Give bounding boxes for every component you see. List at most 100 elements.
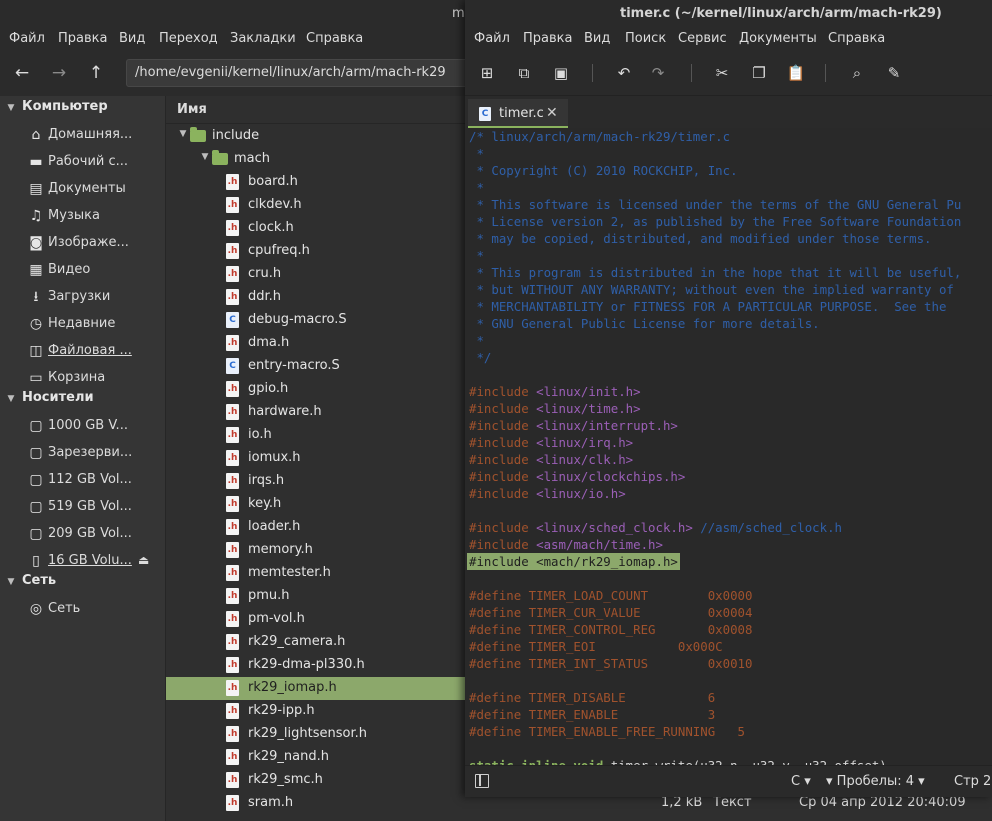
- cut-icon[interactable]: ✂: [711, 62, 733, 84]
- fm-menu-file[interactable]: Файл: [9, 31, 45, 46]
- sidebar-item-device-3[interactable]: ▢ 519 GB Vol...: [0, 495, 166, 520]
- file-name: rk29-dma-pl330.h: [248, 657, 365, 672]
- fm-menu-view[interactable]: Вид: [119, 31, 145, 46]
- toolbar-separator: [691, 64, 692, 82]
- header-file-icon: .h: [226, 404, 239, 420]
- expander-triangle-icon[interactable]: ▼: [198, 152, 212, 162]
- code-line: * GNU General Public License for more de…: [469, 315, 819, 332]
- code-token: <linux/init.h>: [536, 384, 641, 399]
- close-icon[interactable]: ✕: [546, 105, 558, 121]
- file-size: 1,2 kB: [661, 795, 703, 810]
- header-file-icon: .h: [226, 726, 239, 742]
- undo-icon[interactable]: ↶: [613, 62, 635, 84]
- file-name: include: [212, 128, 260, 143]
- sidebar-item-label: Рабочий с...: [48, 154, 129, 169]
- code-line: * License version 2, as published by the…: [469, 213, 961, 230]
- search-icon[interactable]: ⌕: [846, 62, 868, 84]
- video-icon: ▦: [29, 262, 43, 278]
- code-token: * may be copied, distributed, and modifi…: [469, 231, 932, 246]
- ed-menu-tools[interactable]: Сервис: [678, 31, 727, 46]
- sidebar-item-device-1[interactable]: ▢ Зарезерви...: [0, 441, 166, 466]
- sidebar-item-device-4[interactable]: ▢ 209 GB Vol...: [0, 522, 166, 547]
- code-line: #define TIMER_LOAD_COUNT 0x0000: [469, 587, 752, 604]
- sidebar-item-computer-5[interactable]: ▦ Видео: [0, 258, 166, 283]
- save-icon[interactable]: ▣: [550, 62, 572, 84]
- header-file-icon: .h: [226, 289, 239, 305]
- paste-icon[interactable]: 📋: [785, 62, 807, 84]
- tab-width-selector[interactable]: ▾ Пробелы: 4 ▾: [826, 774, 925, 789]
- back-arrow-icon[interactable]: ←: [9, 60, 35, 86]
- code-token: #define TIMER_DISABLE 6: [469, 690, 716, 705]
- language-selector[interactable]: C ▾: [791, 774, 811, 789]
- file-name: cpufreq.h: [248, 243, 310, 258]
- sidebar-item-computer-1[interactable]: ▬ Рабочий с...: [0, 150, 166, 175]
- sidebar-item-label: 1000 GB V...: [48, 418, 128, 433]
- sidebar-item-computer-9[interactable]: ▭ Корзина: [0, 366, 166, 391]
- code-line: * may be copied, distributed, and modifi…: [469, 230, 932, 247]
- downloads-icon: ⭳: [33, 289, 39, 305]
- fm-menu-bookmarks[interactable]: Закладки: [230, 31, 296, 46]
- sidebar-item-computer-0[interactable]: ⌂ Домашняя...: [0, 123, 166, 148]
- file-name: ddr.h: [248, 289, 282, 304]
- ed-menu-search[interactable]: Поиск: [625, 31, 666, 46]
- expander-triangle-icon: ▼: [7, 577, 15, 587]
- editor-titlebar[interactable]: timer.c (~/kernel/linux/arch/arm/mach-rk…: [465, 0, 992, 28]
- file-name: rk29_lightsensor.h: [248, 726, 367, 741]
- forward-arrow-icon[interactable]: →: [46, 60, 72, 86]
- copy-icon[interactable]: ❐: [748, 62, 770, 84]
- code-token: *: [469, 248, 484, 263]
- sidebar-section-computer[interactable]: ▼ Компьютер: [0, 99, 108, 121]
- ed-menu-help[interactable]: Справка: [828, 31, 885, 46]
- sidebar-item-computer-6[interactable]: ⭳ Загрузки: [0, 285, 166, 310]
- sidebar-item-computer-4[interactable]: ◙ Изображе...: [0, 231, 166, 256]
- ed-menu-view[interactable]: Вид: [584, 31, 610, 46]
- copy-document-icon[interactable]: ⧉: [513, 62, 535, 84]
- code-view[interactable]: /* linux/arch/arm/mach-rk29/timer.c * * …: [465, 128, 992, 765]
- sidebar-item-device-5[interactable]: ▯ 16 GB Volu... ⏏: [0, 549, 166, 574]
- location-path-field[interactable]: /home/evgenii/kernel/linux/arch/arm/mach…: [126, 59, 471, 87]
- fm-menu-edit[interactable]: Правка: [58, 31, 107, 46]
- side-panel-toggle-icon[interactable]: [475, 774, 489, 788]
- sidebar-item-device-2[interactable]: ▢ 112 GB Vol...: [0, 468, 166, 493]
- code-token: #include: [469, 384, 537, 399]
- header-file-icon: .h: [226, 772, 239, 788]
- fm-menu-go[interactable]: Переход: [159, 31, 218, 46]
- sidebar-section-network[interactable]: ▼ Сеть: [0, 573, 57, 595]
- code-token: #define TIMER_EOI 0x000C: [469, 639, 723, 654]
- code-line: #include <mach/rk29_iomap.h>: [467, 553, 680, 570]
- sidebar-item-network-0[interactable]: ◎ Сеть: [0, 597, 166, 622]
- sidebar-item-computer-7[interactable]: ◷ Недавние: [0, 312, 166, 337]
- sidebar-item-device-0[interactable]: ▢ 1000 GB V...: [0, 414, 166, 439]
- code-token: #define TIMER_ENABLE 3: [469, 707, 716, 722]
- sidebar-section-devices[interactable]: ▼ Носители: [0, 390, 94, 412]
- tab-timer-c[interactable]: C timer.c ✕: [468, 99, 568, 128]
- toolbar-separator: [592, 64, 593, 82]
- network-icon: ◎: [29, 601, 43, 617]
- code-line: #include <asm/mach/time.h>: [469, 536, 663, 553]
- ed-menu-file[interactable]: Файл: [474, 31, 510, 46]
- file-name: clkdev.h: [248, 197, 302, 212]
- file-name: rk29_smc.h: [248, 772, 323, 787]
- expander-triangle-icon[interactable]: ▼: [176, 129, 190, 139]
- eject-icon[interactable]: ⏏: [138, 553, 149, 567]
- replace-icon[interactable]: ✎: [883, 62, 905, 84]
- file-name: memory.h: [248, 542, 313, 557]
- up-arrow-icon[interactable]: ↑: [83, 60, 109, 86]
- ed-menu-documents[interactable]: Документы: [739, 31, 817, 46]
- filesystem-icon: ◫: [29, 343, 43, 359]
- code-token: * but WITHOUT ANY WARRANTY; without even…: [469, 282, 954, 297]
- sidebar-item-computer-2[interactable]: ▤ Документы: [0, 177, 166, 202]
- sidebar-section-devices-label: Носители: [22, 390, 94, 405]
- sidebar-item-computer-3[interactable]: ♫ Музыка: [0, 204, 166, 229]
- redo-icon[interactable]: ↷: [647, 62, 669, 84]
- ed-menu-edit[interactable]: Правка: [523, 31, 572, 46]
- assembly-file-icon: C: [226, 358, 239, 374]
- cursor-position: Стр 26: [954, 774, 992, 789]
- sidebar-item-computer-8[interactable]: ◫ Файловая ...: [0, 339, 166, 364]
- sidebar-item-label: 209 GB Vol...: [48, 526, 132, 541]
- header-file-icon: .h: [226, 542, 239, 558]
- code-token: #include: [469, 486, 537, 501]
- new-document-icon[interactable]: ⊞: [476, 62, 498, 84]
- editor-tabbar: C timer.c ✕: [465, 96, 992, 128]
- fm-menu-help[interactable]: Справка: [306, 31, 363, 46]
